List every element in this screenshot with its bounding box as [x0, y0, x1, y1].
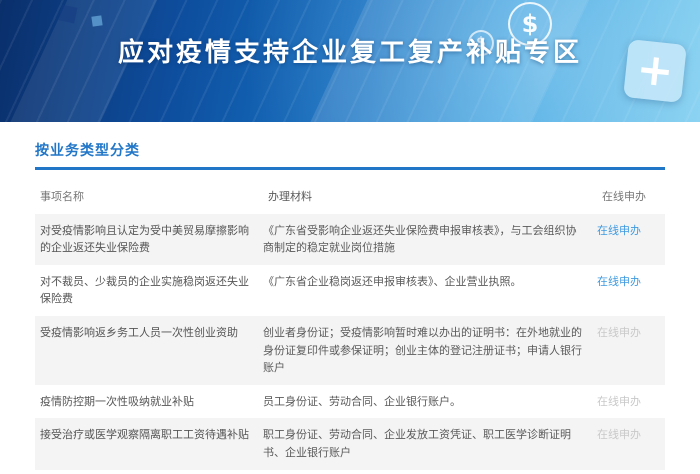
- header-item-name: 事项名称: [35, 180, 263, 214]
- apply-online-link: 在线申办: [597, 428, 641, 441]
- table-row: 一次性延迟复工补贴 湖北籍员工人员身份证、劳动合同、企业发放工资凭证、湖北籍员工…: [35, 470, 665, 474]
- banner-title: 应对疫情支持企业复工复产补贴专区: [0, 32, 700, 69]
- table-row: 受疫情影响返乡务工人员一次性创业资助 创业者身份证；受疫情影响暂时难以办出的证明…: [35, 316, 665, 385]
- apply-online-link[interactable]: 在线申办: [597, 224, 641, 237]
- materials-text: 职工身份证、劳动合同、企业发放工资凭证、职工医学诊断证明书、企业银行账户: [263, 418, 597, 469]
- table-header-row: 事项名称 办理材料 在线申办: [35, 180, 665, 214]
- materials-text: 员工身份证、劳动合同、企业银行账户。: [263, 385, 597, 419]
- main-content: 按业务类型分类 事项名称 办理材料 在线申办 对受疫情影响且认定为受中美贸易摩擦…: [0, 122, 700, 474]
- item-name: 对不裁员、少裁员的企业实施稳岗返还失业保险费: [40, 275, 249, 306]
- table-row: 对不裁员、少裁员的企业实施稳岗返还失业保险费 《广东省企业稳岗返还申报审核表》、…: [35, 265, 665, 316]
- section-title: 按业务类型分类: [35, 140, 140, 167]
- materials-text: 《广东省企业稳岗返还申报审核表》、企业营业执照。: [263, 265, 597, 299]
- apply-online-link[interactable]: 在线申办: [597, 275, 641, 288]
- hero-banner: $ $ + 应对疫情支持企业复工复产补贴专区: [0, 0, 700, 122]
- header-materials: 办理材料: [263, 180, 597, 214]
- table-row: 对受疫情影响且认定为受中美贸易摩擦影响的企业返还失业保险费 《广东省受影响企业返…: [35, 214, 665, 265]
- item-name: 对受疫情影响且认定为受中美贸易摩擦影响的企业返还失业保险费: [40, 224, 249, 255]
- table-row: 疫情防控期一次性吸纳就业补贴 员工身份证、劳动合同、企业银行账户。 在线申办: [35, 385, 665, 419]
- table-row: 接受治疗或医学观察隔离职工工资待遇补贴 职工身份证、劳动合同、企业发放工资凭证、…: [35, 418, 665, 469]
- table-body: 对受疫情影响且认定为受中美贸易摩擦影响的企业返还失业保险费 《广东省受影响企业返…: [35, 214, 665, 474]
- header-apply-online: 在线申办: [597, 180, 665, 214]
- apply-online-link: 在线申办: [597, 395, 641, 408]
- materials-text: 湖北籍员工人员身份证、劳动合同、企业发放工资凭证、湖北籍员工人员受疫情影响未能返…: [263, 470, 597, 474]
- materials-text: 创业者身份证；受疫情影响暂时难以办出的证明书：在外地就业的身份证复印件或参保证明…: [263, 316, 597, 385]
- page: $ $ + 应对疫情支持企业复工复产补贴专区 按业务类型分类 事项名称 办理材料…: [0, 0, 700, 474]
- section-header: 按业务类型分类: [35, 140, 665, 170]
- materials-text: 《广东省受影响企业返还失业保险费申报审核表》，与工会组织协商制定的稳定就业岗位措…: [263, 214, 597, 265]
- subsidy-table: 事项名称 办理材料 在线申办 对受疫情影响且认定为受中美贸易摩擦影响的企业返还失…: [35, 180, 665, 474]
- apply-online-link: 在线申办: [597, 326, 641, 339]
- decor-square: [91, 15, 102, 26]
- item-name: 接受治疗或医学观察隔离职工工资待遇补贴: [40, 428, 249, 441]
- item-name: 疫情防控期一次性吸纳就业补贴: [40, 395, 194, 408]
- item-name: 受疫情影响返乡务工人员一次性创业资助: [40, 326, 238, 339]
- section-underline: [35, 167, 665, 170]
- decor-square: [59, 5, 78, 24]
